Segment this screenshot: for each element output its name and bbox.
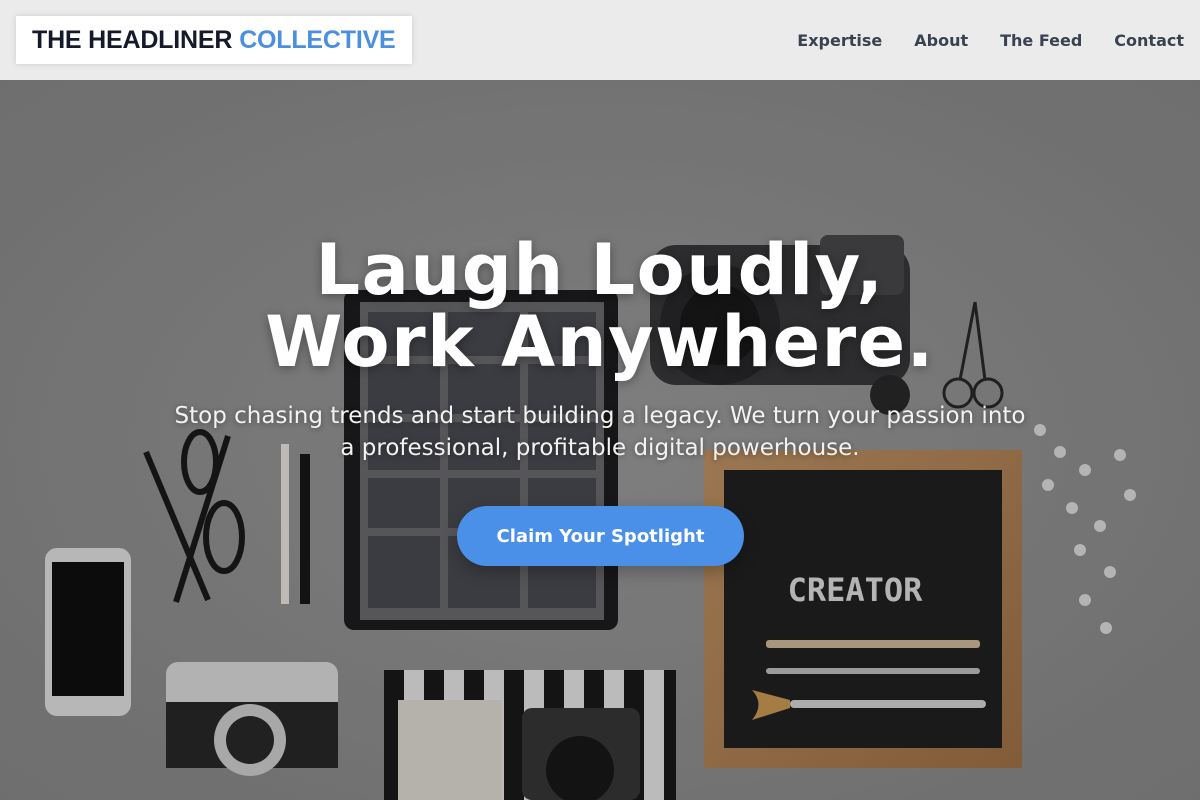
hero-subtitle: Stop chasing trends and start building a… [174, 403, 1026, 461]
brand-logo[interactable]: THE HEADLINER COLLECTIVE [16, 16, 412, 64]
nav-link-contact[interactable]: Contact [1114, 31, 1184, 50]
brand-name-part2: COLLECTIVE [239, 25, 396, 54]
navbar: THE HEADLINER COLLECTIVE Expertise About… [0, 0, 1200, 80]
nav-link-the-feed[interactable]: The Feed [1000, 31, 1082, 50]
hero-title-line2: Work Anywhere. [265, 301, 935, 383]
nav-links: Expertise About The Feed Contact [797, 31, 1184, 50]
hero-title-line1: Laugh Loudly, [315, 229, 885, 311]
nav-link-about[interactable]: About [914, 31, 968, 50]
claim-spotlight-button[interactable]: Claim Your Spotlight [457, 506, 744, 566]
hero-section: CREATOR [0, 80, 1200, 800]
hero-title: Laugh Loudly, Work Anywhere. [0, 234, 1200, 378]
nav-link-expertise[interactable]: Expertise [797, 31, 882, 50]
brand-name-part1: THE HEADLINER [32, 25, 233, 54]
hero-content: Laugh Loudly, Work Anywhere. Stop chasin… [0, 80, 1200, 800]
